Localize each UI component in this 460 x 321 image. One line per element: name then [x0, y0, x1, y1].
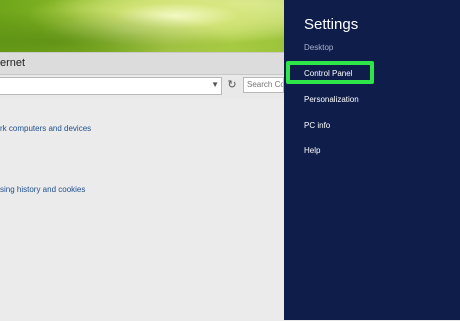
charm-item-personalization[interactable]: Personalization [304, 95, 359, 104]
settings-charm-panel: Settings Desktop Control Panel Personali… [284, 0, 460, 320]
page-content: rk computers and devices sing history an… [0, 99, 284, 321]
desktop-wallpaper [0, 0, 284, 52]
address-bar: ▼ ↻ [0, 77, 284, 97]
browser-window: ernet ▼ ↻ rk computers and devices sing … [0, 52, 284, 321]
refresh-icon[interactable]: ↻ [225, 78, 239, 92]
charm-item-pc-info[interactable]: PC info [304, 121, 330, 130]
search-box[interactable] [243, 77, 284, 93]
charm-item-help[interactable]: Help [304, 146, 320, 155]
charm-subtitle: Desktop [304, 43, 334, 52]
charm-title: Settings [304, 16, 359, 33]
window-titlebar: ernet [0, 53, 284, 75]
address-input[interactable]: ▼ [0, 77, 222, 95]
network-computers-link[interactable]: rk computers and devices [0, 124, 91, 133]
browsing-history-link[interactable]: sing history and cookies [0, 185, 85, 194]
search-input[interactable] [247, 80, 283, 89]
chevron-down-icon[interactable]: ▼ [211, 80, 219, 89]
highlight-box [286, 61, 374, 84]
window-title: ernet [0, 57, 26, 69]
